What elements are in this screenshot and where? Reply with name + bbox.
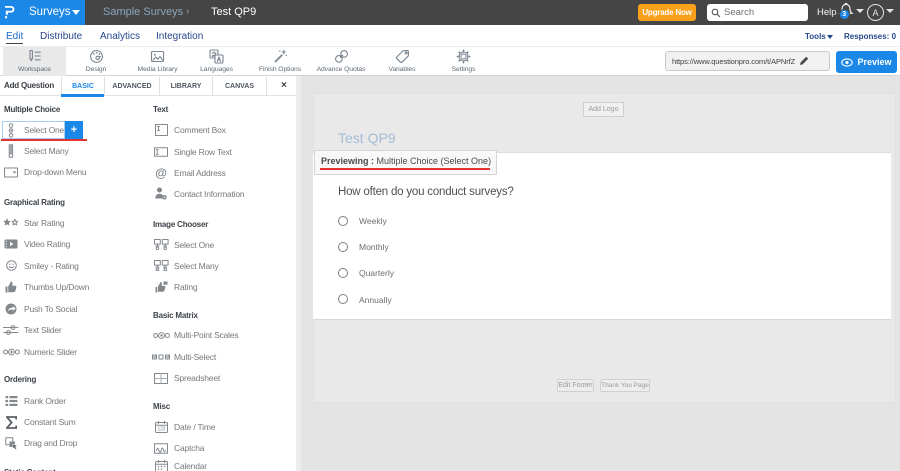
svg-text:123: 123	[157, 427, 165, 433]
